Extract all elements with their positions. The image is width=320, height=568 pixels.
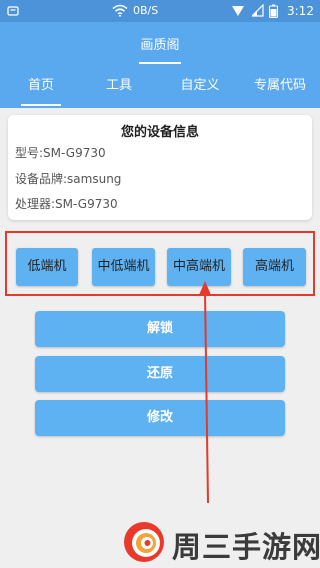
watermark: 周三手游网	[122, 520, 320, 564]
watermark-logo-icon	[124, 522, 164, 562]
watermark-text: 周三手游网	[172, 530, 320, 564]
annotation-arrow	[199, 281, 211, 504]
